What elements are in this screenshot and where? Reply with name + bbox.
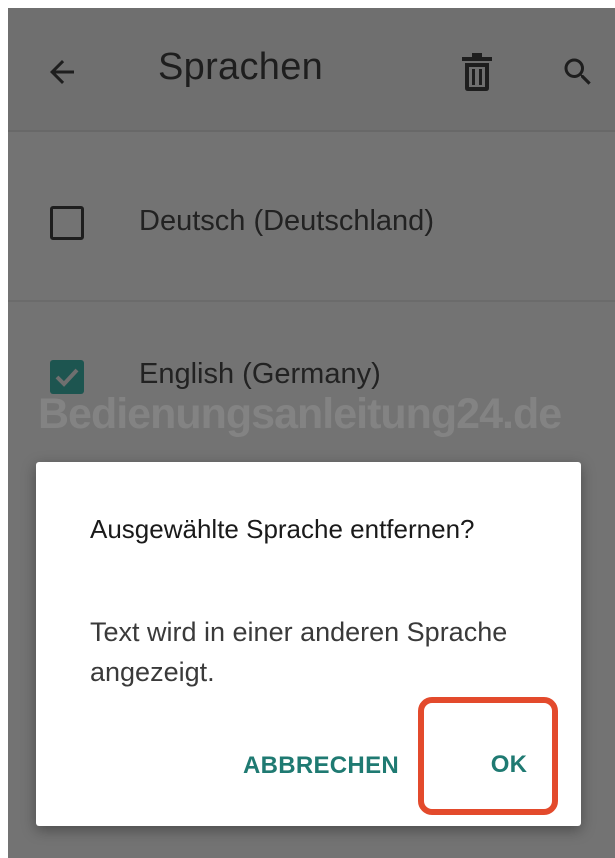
cancel-button[interactable]: ABBRECHEN	[226, 746, 416, 786]
language-item-deutsch[interactable]: Deutsch (Deutschland)	[8, 148, 615, 302]
dialog-message: Text wird in einer anderen Sprache angez…	[90, 617, 508, 687]
page-title: Sprachen	[158, 46, 324, 88]
checkbox-deutsch[interactable]	[50, 206, 84, 240]
language-label: Deutsch (Deutschland)	[139, 205, 434, 237]
search-icon	[564, 58, 591, 85]
language-label: English (Germany)	[139, 358, 381, 390]
checkbox-english[interactable]	[50, 360, 84, 394]
watermark: Bedienungsanleitung24.de	[38, 390, 562, 438]
search-button[interactable]	[554, 48, 602, 96]
app-bar: Sprachen	[8, 8, 615, 132]
arrow-left-icon	[50, 60, 74, 84]
check-icon	[55, 368, 79, 387]
highlight-annotation	[418, 697, 558, 815]
dialog-title: Ausgewählte Sprache entfernen?	[90, 514, 475, 544]
back-button[interactable]	[38, 48, 86, 96]
trash-icon	[462, 53, 492, 91]
delete-button[interactable]	[453, 46, 501, 98]
